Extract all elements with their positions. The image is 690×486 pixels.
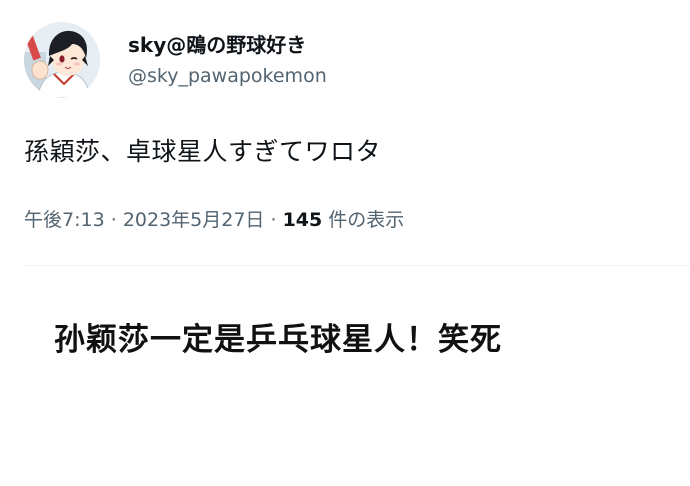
views-label: 件の表示 [328, 209, 405, 231]
meta-separator: · [110, 209, 117, 231]
caption-text: 孙颖莎一定是乒乓球星人！笑死 [54, 322, 502, 358]
tweet-text: 孫穎莎、卓球星人すぎてワロタ [24, 137, 382, 166]
views-count[interactable]: 145 [283, 209, 323, 231]
divider [24, 265, 690, 266]
tweet-date[interactable]: 2023年5月27日 [123, 209, 265, 231]
meta-separator: · [270, 209, 277, 231]
tweet-card: sky@鴎の野球好き @sky_pawapokemon 孫穎莎、卓球星人すぎてワ… [0, 0, 690, 270]
display-name[interactable]: sky@鴎の野球好き [128, 29, 306, 58]
tweet-time[interactable]: 午後7:13 [24, 209, 105, 231]
user-handle[interactable]: @sky_pawapokemon [128, 65, 327, 87]
avatar[interactable] [24, 22, 100, 98]
tweet-meta: 午後7:13 · 2023年5月27日 · 145 件の表示 [24, 205, 404, 232]
avatar-image [24, 22, 100, 98]
